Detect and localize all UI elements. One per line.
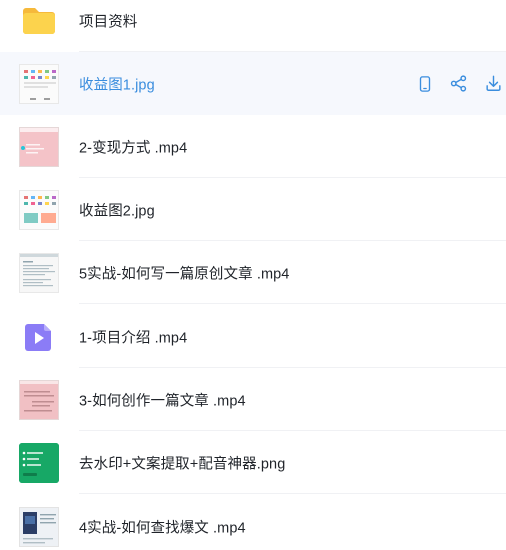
file-row-folder[interactable]: 项目资料 (0, 0, 506, 52)
image-thumbnail (19, 63, 59, 104)
file-name: 2-变现方式 .mp4 (79, 140, 188, 156)
file-row[interactable]: 收益图2.jpg (0, 178, 506, 241)
file-name: 3-如何创作一篇文章 .mp4 (79, 393, 246, 409)
file-name: 收益图1.jpg (79, 77, 155, 93)
video-file-icon (19, 317, 59, 357)
image-thumbnail (19, 189, 59, 230)
share-icon[interactable] (447, 73, 469, 95)
video-thumbnail (19, 506, 59, 547)
file-row-selected[interactable]: 收益图1.jpg (0, 52, 506, 115)
phone-icon[interactable] (414, 73, 436, 95)
video-thumbnail (19, 252, 59, 293)
file-list: 项目资料 收益图1.jpg 2-变现方式 .mp4 收益图2.jpg 5实战-如… (0, 0, 506, 550)
file-name: 5实战-如何写一篇原创文章 .mp4 (79, 266, 290, 282)
video-thumbnail (19, 126, 59, 167)
file-name: 收益图2.jpg (79, 203, 155, 219)
folder-icon (19, 1, 59, 41)
file-row[interactable]: 3-如何创作一篇文章 .mp4 (0, 368, 506, 431)
file-row[interactable]: 去水印+文案提取+配音神器.png (0, 431, 506, 494)
download-icon[interactable] (482, 73, 504, 95)
file-name: 项目资料 (79, 14, 138, 30)
file-row[interactable]: 2-变现方式 .mp4 (0, 115, 506, 178)
file-row[interactable]: 4实战-如何查找爆文 .mp4 (0, 495, 506, 550)
file-row[interactable]: 5实战-如何写一篇原创文章 .mp4 (0, 241, 506, 304)
image-thumbnail (19, 442, 59, 483)
file-name: 4实战-如何查找爆文 .mp4 (79, 520, 246, 536)
file-row[interactable]: 1-项目介绍 .mp4 (0, 305, 506, 368)
video-thumbnail (19, 379, 59, 420)
file-name: 去水印+文案提取+配音神器.png (79, 456, 286, 472)
file-name: 1-项目介绍 .mp4 (79, 330, 188, 346)
